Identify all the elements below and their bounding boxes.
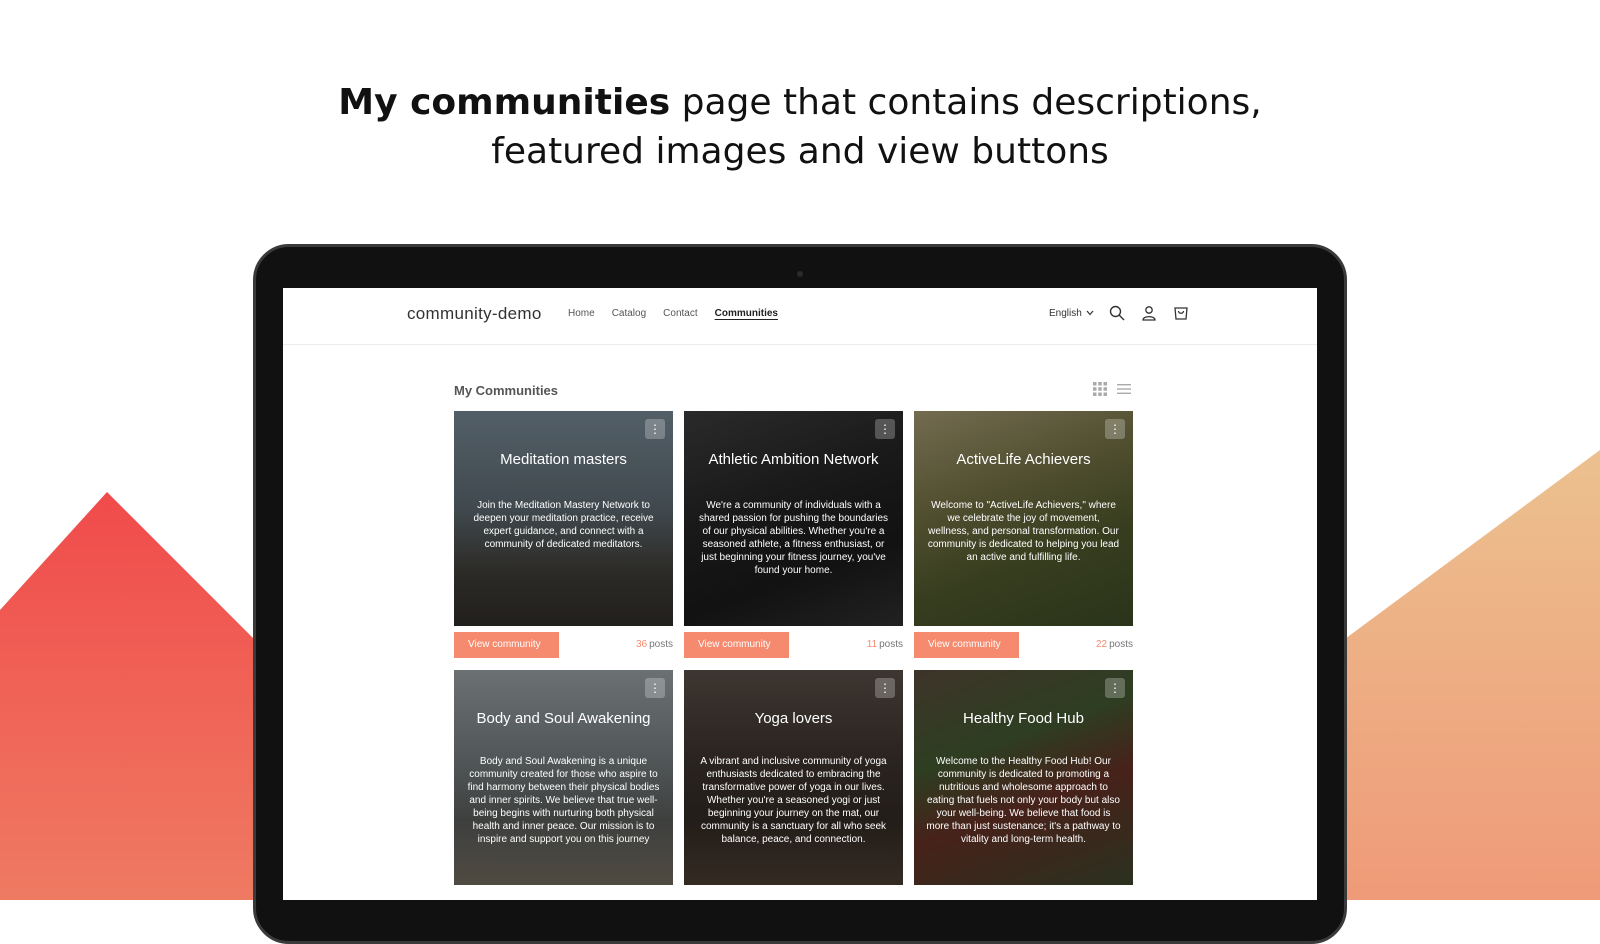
- view-community-button[interactable]: View community: [454, 632, 559, 658]
- nav-communities[interactable]: Communities: [715, 308, 778, 319]
- community-featured-image[interactable]: ⋮ ActiveLife Achievers Welcome to "Activ…: [914, 411, 1133, 626]
- grid-view-icon[interactable]: [1093, 382, 1107, 396]
- view-toggle: [1093, 382, 1131, 396]
- community-card: ⋮ Yoga lovers A vibrant and inclusive co…: [684, 670, 903, 885]
- card-footer: View community 36 posts: [454, 632, 673, 658]
- community-featured-image[interactable]: ⋮ Body and Soul Awakening Body and Soul …: [454, 670, 673, 885]
- community-featured-image[interactable]: ⋮ Meditation masters Join the Meditation…: [454, 411, 673, 626]
- page-title: My Communities: [454, 383, 559, 398]
- camera-dot: [797, 271, 803, 277]
- community-title: Body and Soul Awakening: [476, 710, 651, 727]
- nav-catalog[interactable]: Catalog: [612, 308, 646, 319]
- community-card: ⋮ Healthy Food Hub Welcome to the Health…: [914, 670, 1133, 885]
- view-community-button[interactable]: View community: [914, 632, 1019, 658]
- posts-label: posts: [649, 639, 673, 650]
- more-options-icon[interactable]: ⋮: [645, 678, 665, 698]
- nav-contact[interactable]: Contact: [663, 308, 697, 319]
- list-view-icon[interactable]: [1117, 382, 1131, 396]
- headline-line1: page that contains descriptions,: [681, 82, 1262, 123]
- community-card: ⋮ ActiveLife Achievers Welcome to "Activ…: [914, 411, 1133, 658]
- posts-label: posts: [1109, 639, 1133, 650]
- community-featured-image[interactable]: ⋮ Athletic Ambition Network We're a comm…: [684, 411, 903, 626]
- community-description: Welcome to "ActiveLife Achievers," where…: [927, 500, 1120, 563]
- card-footer: View community 11 posts: [684, 632, 903, 658]
- language-selector[interactable]: English: [1049, 308, 1094, 319]
- posts-label: posts: [879, 639, 903, 650]
- post-count-number: 22: [1095, 639, 1108, 650]
- communities-grid: ⋮ Meditation masters Join the Meditation…: [454, 411, 1133, 885]
- header-actions: English: [1049, 304, 1190, 322]
- language-label: English: [1049, 307, 1082, 319]
- search-icon[interactable]: [1108, 304, 1126, 322]
- headline-bold: My communities: [338, 82, 671, 123]
- community-description: Body and Soul Awakening is a unique comm…: [467, 756, 660, 845]
- post-count-number: 11: [866, 639, 878, 650]
- nav-home[interactable]: Home: [568, 308, 595, 319]
- community-title: Athletic Ambition Network: [708, 451, 879, 468]
- community-title: Healthy Food Hub: [963, 710, 1084, 727]
- card-footer: View community 22 posts: [914, 632, 1133, 658]
- community-title: Yoga lovers: [754, 710, 833, 727]
- community-title: ActiveLife Achievers: [956, 451, 1091, 468]
- account-icon[interactable]: [1140, 304, 1158, 322]
- community-featured-image[interactable]: ⋮ Yoga lovers A vibrant and inclusive co…: [684, 670, 903, 885]
- community-featured-image[interactable]: ⋮ Healthy Food Hub Welcome to the Health…: [914, 670, 1133, 885]
- post-count: 11 posts: [867, 639, 903, 650]
- headline: My communities page that contains descri…: [0, 78, 1600, 176]
- store-brand[interactable]: community-demo: [407, 304, 542, 324]
- store-header: community-demo Home Catalog Contact Comm…: [283, 288, 1317, 345]
- headline-line2: featured images and view buttons: [491, 131, 1109, 172]
- community-description: Join the Meditation Mastery Network to d…: [473, 500, 654, 550]
- post-count-number: 36: [635, 639, 648, 650]
- view-community-button[interactable]: View community: [684, 632, 789, 658]
- post-count: 22 posts: [1096, 639, 1133, 650]
- community-title: Meditation masters: [500, 451, 627, 468]
- community-description: We're a community of individuals with a …: [698, 500, 889, 576]
- more-options-icon[interactable]: ⋮: [645, 419, 665, 439]
- community-description: Welcome to the Healthy Food Hub! Our com…: [926, 756, 1121, 845]
- more-options-icon[interactable]: ⋮: [1105, 419, 1125, 439]
- chevron-down-icon: [1086, 310, 1094, 316]
- community-card: ⋮ Meditation masters Join the Meditation…: [454, 411, 673, 658]
- post-count: 36 posts: [636, 639, 673, 650]
- more-options-icon[interactable]: ⋮: [1105, 678, 1125, 698]
- community-card: ⋮ Body and Soul Awakening Body and Soul …: [454, 670, 673, 885]
- community-description: A vibrant and inclusive community of yog…: [700, 756, 887, 845]
- more-options-icon[interactable]: ⋮: [875, 419, 895, 439]
- laptop-screen: community-demo Home Catalog Contact Comm…: [283, 288, 1317, 900]
- more-options-icon[interactable]: ⋮: [875, 678, 895, 698]
- main-nav: Home Catalog Contact Communities: [568, 308, 778, 319]
- community-card: ⋮ Athletic Ambition Network We're a comm…: [684, 411, 903, 658]
- cart-icon[interactable]: [1172, 304, 1190, 322]
